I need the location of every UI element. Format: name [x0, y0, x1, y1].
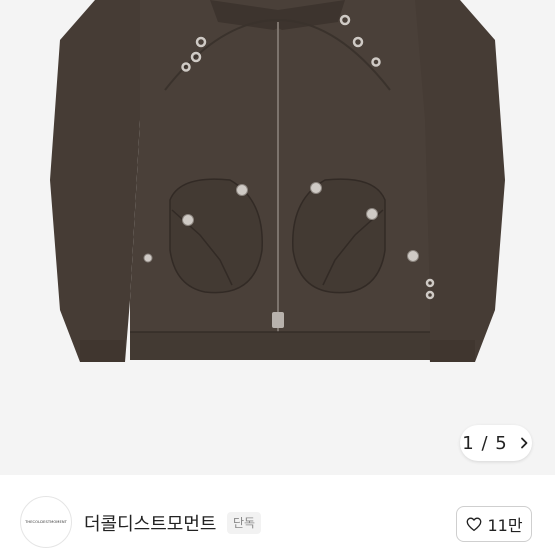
jacket-illustration [50, 0, 505, 362]
seller-logo-text: THECOLDESTMOMENT [25, 520, 67, 524]
chevron-right-icon [520, 437, 528, 449]
image-counter: 1 / 5 [462, 432, 508, 454]
seller-name[interactable]: 더콜디스트모먼트 [84, 510, 216, 536]
product-image[interactable]: 1 / 5 [0, 0, 555, 475]
exclusive-badge: 단독 [227, 512, 262, 534]
heart-outline-icon [467, 517, 482, 532]
like-count: 11만 [487, 516, 523, 535]
image-pager[interactable]: 1 / 5 [460, 425, 532, 461]
like-button[interactable]: 11만 [456, 506, 532, 542]
seller-logo[interactable]: THECOLDESTMOMENT [20, 496, 72, 548]
